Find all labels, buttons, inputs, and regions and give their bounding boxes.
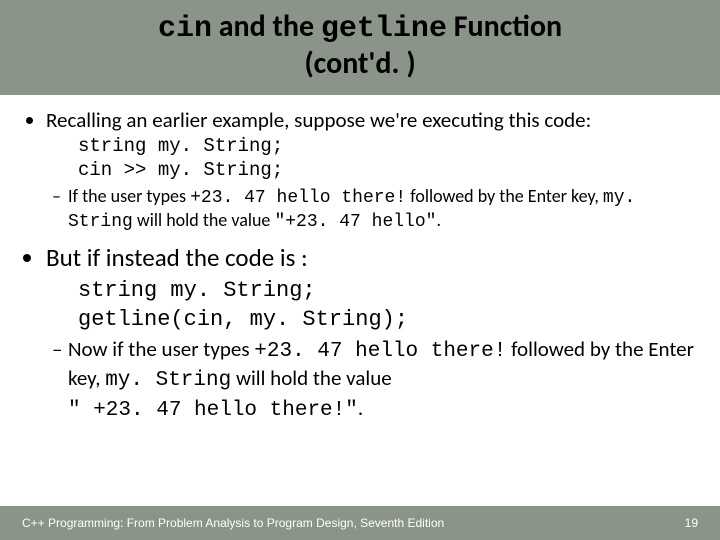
- typed-input: +23. 47 hello there!: [190, 188, 406, 208]
- code-line: getline(cin, my. String);: [78, 306, 698, 335]
- content-area: Recalling an earlier example, suppose we…: [0, 95, 720, 424]
- sub-bullet-list-1: If the user types +23. 47 hello there! f…: [22, 185, 698, 234]
- var-name: my. String: [105, 369, 231, 392]
- text: will hold the value: [231, 365, 391, 391]
- text: .: [436, 209, 441, 231]
- slide-title: cin and the getline Function: [0, 10, 720, 47]
- sub-bullet-2: Now if the user types +23. 47 hello ther…: [52, 336, 698, 424]
- page-number: 19: [685, 516, 698, 530]
- code-line: string my. String;: [78, 135, 698, 159]
- sub-bullet-1: If the user types +23. 47 hello there! f…: [52, 185, 698, 234]
- bullet-2: But if instead the code is :: [46, 242, 698, 273]
- footer-source: C++ Programming: From Problem Analysis t…: [22, 516, 444, 530]
- text: will hold the value: [133, 209, 275, 231]
- code-block-2: string my. String; getline(cin, my. Stri…: [78, 277, 698, 334]
- title-text-post: Function: [447, 8, 562, 45]
- text: Now if the user types: [68, 336, 254, 362]
- title-text-mid: and the: [212, 8, 321, 45]
- code-line: cin >> my. String;: [78, 159, 698, 183]
- sub-bullet-list-2: Now if the user types +23. 47 hello ther…: [22, 336, 698, 424]
- title-band: cin and the getline Function (cont'd. ): [0, 0, 720, 95]
- bullet-list: But if instead the code is :: [22, 242, 698, 273]
- value-literal: " +23. 47 hello there!": [68, 399, 358, 422]
- text: If the user types: [68, 185, 190, 207]
- title-code-cin: cin: [158, 12, 212, 46]
- code-line: string my. String;: [78, 277, 698, 306]
- slide-subtitle: (cont'd. ): [0, 47, 720, 82]
- footer: C++ Programming: From Problem Analysis t…: [0, 506, 720, 540]
- bullet-list: Recalling an earlier example, suppose we…: [22, 107, 698, 133]
- text: followed by the Enter key,: [406, 185, 603, 207]
- value-literal: "+23. 47 hello": [274, 212, 436, 232]
- code-block-1: string my. String; cin >> my. String;: [78, 135, 698, 183]
- slide: cin and the getline Function (cont'd. ) …: [0, 0, 720, 540]
- text: .: [358, 395, 363, 421]
- title-code-getline: getline: [321, 12, 447, 46]
- typed-input: +23. 47 hello there!: [254, 340, 506, 363]
- bullet-1: Recalling an earlier example, suppose we…: [46, 107, 698, 133]
